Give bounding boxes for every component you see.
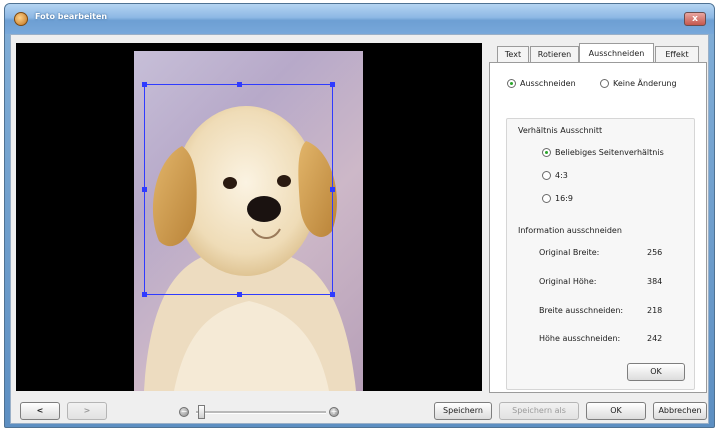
info-title: Information ausschneiden (518, 226, 622, 235)
dialog-body: Text Rotieren Ausschneiden Effekt Aussch… (10, 34, 709, 424)
crop-ok-button[interactable]: OK (627, 363, 685, 381)
crop-handle-bottom[interactable] (237, 292, 242, 297)
radio-crop[interactable] (507, 79, 516, 88)
info-label-crop-width: Breite ausschneiden: (539, 306, 624, 315)
crop-handle-left[interactable] (142, 187, 147, 192)
crop-handle-top[interactable] (237, 82, 242, 87)
crop-settings-group: Verhältnis Ausschnitt Beliebiges Seitenv… (506, 118, 695, 390)
save-as-button[interactable]: Speichern als (499, 402, 579, 420)
info-label-original-height: Original Höhe: (539, 277, 597, 286)
radio-ratio-4-3-label: 4:3 (555, 171, 568, 180)
crop-handle-top-left[interactable] (142, 82, 147, 87)
photo-edit-window: Foto bearbeiten x Text Rotieren Ausschne… (4, 3, 715, 428)
crop-handle-bottom-left[interactable] (142, 292, 147, 297)
next-button[interactable]: > (67, 402, 107, 420)
tab-crop[interactable]: Ausschneiden (579, 43, 654, 63)
radio-no-change-label: Keine Änderung (613, 79, 677, 88)
info-value-crop-height: 242 (647, 334, 663, 343)
info-label-crop-height: Höhe ausschneiden: (539, 334, 621, 343)
info-label-original-width: Original Breite: (539, 248, 600, 257)
crop-handle-right[interactable] (330, 187, 335, 192)
radio-crop-label: Ausschneiden (520, 79, 576, 88)
tab-rotate[interactable]: Rotieren (530, 46, 579, 62)
radio-no-change[interactable] (600, 79, 609, 88)
zoom-out-icon[interactable]: − (179, 407, 189, 417)
radio-ratio-free[interactable] (542, 148, 551, 157)
radio-ratio-16-9[interactable] (542, 194, 551, 203)
edit-panel: Text Rotieren Ausschneiden Effekt Aussch… (489, 43, 707, 393)
info-value-original-height: 384 (647, 277, 663, 286)
info-value-original-width: 256 (647, 248, 663, 257)
title-bar[interactable]: Foto bearbeiten x (5, 4, 714, 34)
ratio-group-title: Verhältnis Ausschnitt (518, 126, 603, 135)
zoom-slider-thumb[interactable] (198, 405, 205, 419)
info-value-crop-width: 218 (647, 306, 663, 315)
previous-button[interactable]: < (20, 402, 60, 420)
photo (134, 51, 363, 391)
app-icon (14, 12, 28, 26)
image-preview (16, 43, 482, 391)
radio-ratio-16-9-label: 16:9 (555, 194, 573, 203)
radio-ratio-free-label: Beliebiges Seitenverhältnis (555, 148, 664, 157)
crop-tab-content: Ausschneiden Keine Änderung Verhältnis A… (489, 62, 707, 393)
zoom-in-icon[interactable]: + (329, 407, 339, 417)
zoom-slider-track[interactable] (196, 411, 326, 414)
cancel-button[interactable]: Abbrechen (653, 402, 707, 420)
crop-frame[interactable] (142, 82, 335, 297)
tab-effect[interactable]: Effekt (655, 46, 699, 62)
save-button[interactable]: Speichern (434, 402, 492, 420)
window-title: Foto bearbeiten (35, 12, 108, 21)
radio-ratio-4-3[interactable] (542, 171, 551, 180)
crop-handle-bottom-right[interactable] (330, 292, 335, 297)
crop-handle-top-right[interactable] (330, 82, 335, 87)
ok-button[interactable]: OK (586, 402, 646, 420)
tab-text[interactable]: Text (497, 46, 529, 62)
close-button[interactable]: x (684, 12, 706, 26)
tab-strip: Text Rotieren Ausschneiden Effekt (489, 43, 707, 63)
